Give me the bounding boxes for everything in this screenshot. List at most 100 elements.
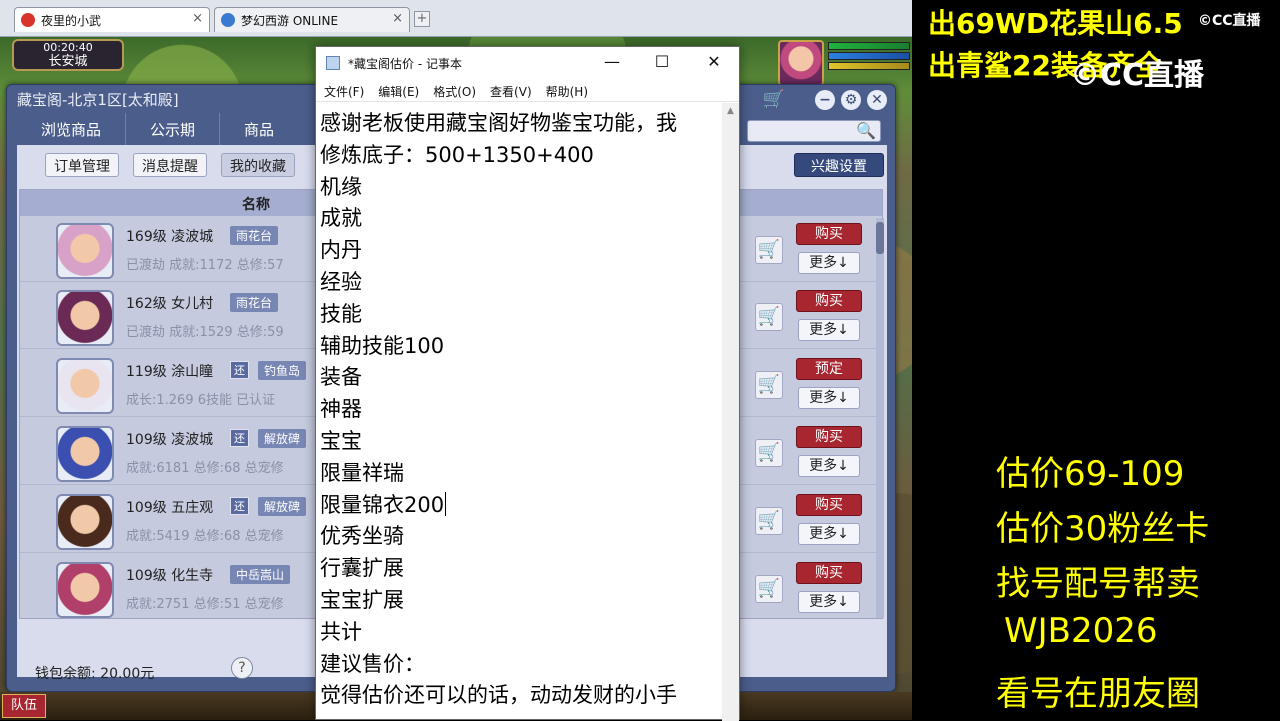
menu-help[interactable]: 帮助(H) <box>544 78 594 101</box>
buy-button[interactable]: 购买 <box>796 290 862 312</box>
notepad-line-text: 行囊扩展 <box>320 556 404 581</box>
notepad-titlebar: *藏宝阁估价 - 记事本 — ☐ ✕ <box>316 47 739 78</box>
player-portrait[interactable] <box>778 40 824 86</box>
cc-logo-big: ©CC直播 <box>1070 58 1205 93</box>
overlay-price-range: 估价69-109 <box>996 454 1185 494</box>
cart-icon[interactable]: 🛒 <box>755 439 783 467</box>
cart-icon[interactable]: 🛒 <box>755 371 783 399</box>
search-input[interactable]: 🔍 <box>747 120 881 142</box>
server-tag: 雨花台 <box>230 226 279 245</box>
notepad-text-area[interactable]: 感谢老板使用藏宝阁好物鉴宝功能，我 修炼底子：500+1350+400 机缘 成就 内丹… <box>316 103 722 721</box>
buy-button[interactable]: 购买 <box>796 494 862 516</box>
notepad-line-text: 装备 <box>320 365 362 390</box>
menu-view[interactable]: 查看(V) <box>488 78 538 101</box>
notepad-line-text: 内丹 <box>320 238 362 263</box>
cart-icon[interactable]: 🛒 <box>755 575 783 603</box>
menu-format[interactable]: 格式(O) <box>431 78 482 101</box>
new-tab-button[interactable]: + <box>414 11 430 27</box>
menu-edit[interactable]: 编辑(E) <box>376 78 425 101</box>
tab-label: 梦幻西游 ONLINE <box>241 14 339 28</box>
status-bars <box>828 40 910 72</box>
buy-button[interactable]: 购买 <box>796 562 862 584</box>
role-level: 169级 凌波城 <box>126 229 214 245</box>
scroll-up-icon[interactable]: ▲ <box>722 103 739 120</box>
notepad-line: 宝宝扩展 <box>320 585 722 617</box>
avatar <box>56 494 114 550</box>
notepad-line: 限量锦衣200 <box>320 490 722 522</box>
settings-icon[interactable]: ⚙ <box>841 90 861 110</box>
tab-yelidexiaowu[interactable]: 夜里的小武 × <box>14 7 210 32</box>
role-summary: 已渡劫 成就:1529 总修:59 <box>126 325 284 340</box>
cart-icon[interactable]: 🛒 <box>763 89 785 110</box>
notepad-line: 装备 <box>320 362 722 394</box>
role-summary: 成就:2751 总修:51 总宠修 <box>126 597 284 612</box>
scroll-thumb[interactable] <box>876 222 884 254</box>
close-icon[interactable]: ✕ <box>867 90 887 110</box>
name-column-header: 名称 <box>242 197 270 213</box>
notepad-line-text: 宝宝 <box>320 428 362 453</box>
more-button[interactable]: 更多↓ <box>798 591 860 613</box>
reserve-button[interactable]: 预定 <box>796 358 862 380</box>
role-summary: 成就:6181 总修:68 总宠修 <box>126 461 284 476</box>
order-manage-button[interactable]: 订单管理 <box>45 153 119 177</box>
return-badge: 还 <box>230 361 249 379</box>
tab-menghuanxiyou[interactable]: 梦幻西游 ONLINE × <box>214 7 410 32</box>
interest-settings-button[interactable]: 兴趣设置 <box>794 153 884 177</box>
my-favorites-button[interactable]: 我的收藏 <box>221 153 295 177</box>
nav-browse[interactable]: 浏览商品 <box>17 113 127 145</box>
role-summary: 已渡劫 成就:1172 总修:57 <box>126 258 284 273</box>
search-icon[interactable]: 🔍 <box>856 121 876 140</box>
notepad-line: 限量祥瑞 <box>320 458 722 490</box>
role-level: 109级 凌波城 <box>126 432 214 448</box>
more-button[interactable]: 更多↓ <box>798 252 860 274</box>
more-button[interactable]: 更多↓ <box>798 319 860 341</box>
list-scrollbar[interactable] <box>876 218 884 618</box>
avatar <box>56 562 114 618</box>
browser-tab-strip: 夜里的小武 × 梦幻西游 ONLINE × + <box>0 0 912 37</box>
close-icon[interactable]: × <box>392 11 403 26</box>
close-button[interactable]: ✕ <box>694 50 734 74</box>
server-tag: 钓鱼岛 <box>258 361 307 380</box>
game-time: 00:20:40 <box>43 41 93 54</box>
notepad-scrollbar[interactable]: ▲ <box>722 103 739 721</box>
server-tag: 解放碑 <box>258 429 307 448</box>
cart-icon[interactable]: 🛒 <box>755 507 783 535</box>
team-button[interactable]: 队伍 <box>2 694 46 718</box>
close-icon[interactable]: × <box>192 11 203 26</box>
notepad-line-text: 辅助技能100 <box>320 333 445 358</box>
minimize-button[interactable]: — <box>592 50 632 74</box>
window-controls: − ⚙ ✕ <box>815 90 887 110</box>
role-level: 162级 女儿村 <box>126 296 214 312</box>
nav-goods[interactable]: 商品 <box>220 113 278 145</box>
notepad-line-text: 宝宝扩展 <box>320 587 404 612</box>
notepad-line: 技能 <box>320 299 722 331</box>
overlay-moments: 看号在朋友圈 <box>996 674 1200 714</box>
buy-button[interactable]: 购买 <box>796 223 862 245</box>
server-tag: 解放碑 <box>258 497 307 516</box>
menu-file[interactable]: 文件(F) <box>322 78 370 101</box>
more-button[interactable]: 更多↓ <box>798 523 860 545</box>
mp-bar <box>828 52 910 60</box>
avatar <box>56 426 114 482</box>
notepad-line: 觉得估价还可以的话，动动发财的小手 <box>320 680 722 712</box>
message-remind-button[interactable]: 消息提醒 <box>133 153 207 177</box>
server-tag: 雨花台 <box>230 293 279 312</box>
return-badge: 还 <box>230 429 249 447</box>
role-level: 119级 涂山瞳 <box>126 364 214 380</box>
app-icon <box>21 13 35 27</box>
notepad-line-text: 限量锦衣200 <box>320 492 445 517</box>
more-button[interactable]: 更多↓ <box>798 387 860 409</box>
cart-icon[interactable]: 🛒 <box>755 236 783 264</box>
nav-public[interactable]: 公示期 <box>126 113 221 145</box>
notepad-line: 内丹 <box>320 235 722 267</box>
help-icon[interactable]: ? <box>231 657 253 679</box>
more-button[interactable]: 更多↓ <box>798 455 860 477</box>
main-nav: 浏览商品 公示期 商品 <box>17 113 313 145</box>
hp-bar <box>828 42 910 50</box>
buy-button[interactable]: 购买 <box>796 426 862 448</box>
minimize-icon[interactable]: − <box>815 90 835 110</box>
overlay-fan-card: 估价30粉丝卡 <box>996 509 1210 549</box>
notepad-line: 建议售价： <box>320 649 722 681</box>
cart-icon[interactable]: 🛒 <box>755 303 783 331</box>
maximize-button[interactable]: ☐ <box>642 50 682 74</box>
